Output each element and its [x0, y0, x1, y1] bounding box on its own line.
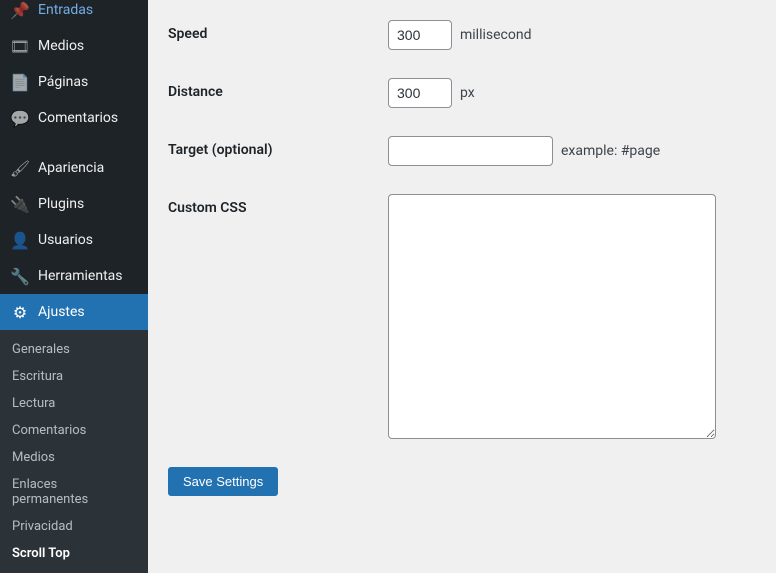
sidebar-item-paginas[interactable]: 📄 Páginas [0, 64, 148, 100]
distance-label: Distance [168, 78, 388, 100]
distance-unit: px [460, 85, 475, 101]
sidebar-item-ajustes[interactable]: ⚙ Ajustes [0, 294, 148, 330]
sidebar-item-entradas[interactable]: 📌 Entradas [0, 0, 148, 28]
page-icon: 📄 [10, 72, 30, 92]
speed-input[interactable] [388, 20, 452, 50]
submenu-enlaces-permanentes[interactable]: Enlaces permanentes [0, 471, 148, 513]
distance-input[interactable] [388, 78, 452, 108]
submenu-escritura[interactable]: Escritura [0, 363, 148, 390]
sidebar-item-apariencia[interactable]: 🖌 Apariencia [0, 150, 148, 186]
sidebar-item-herramientas[interactable]: 🔧 Herramientas [0, 258, 148, 294]
plugins-icon: 🔌 [10, 194, 30, 214]
tools-icon: 🔧 [10, 266, 30, 286]
target-input[interactable] [388, 136, 553, 166]
submenu-scroll-top[interactable]: Scroll Top [0, 540, 148, 567]
settings-submenu: Generales Escritura Lectura Comentarios … [0, 330, 148, 573]
sidebar-item-label: Herramientas [38, 268, 123, 284]
sidebar-item-label: Usuarios [38, 232, 93, 248]
speed-label: Speed [168, 20, 388, 42]
settings-icon: ⚙ [10, 302, 30, 322]
submenu-medios[interactable]: Medios [0, 444, 148, 471]
settings-content: Speed millisecond Distance px Target (op… [148, 0, 776, 525]
submenu-generales[interactable]: Generales [0, 336, 148, 363]
users-icon: 👤 [10, 230, 30, 250]
custom-css-label: Custom CSS [168, 194, 388, 216]
appearance-icon: 🖌 [10, 158, 30, 178]
media-icon: 🎞 [10, 36, 30, 56]
speed-unit: millisecond [460, 27, 531, 43]
sidebar-item-comentarios[interactable]: 💬 Comentarios [0, 100, 148, 136]
submenu-privacidad[interactable]: Privacidad [0, 513, 148, 540]
sidebar-item-label: Apariencia [38, 160, 104, 176]
sidebar-item-label: Entradas [38, 2, 93, 18]
sidebar-item-label: Comentarios [38, 110, 118, 126]
row-distance: Distance px [168, 78, 756, 108]
submenu-comentarios[interactable]: Comentarios [0, 417, 148, 444]
row-target: Target (optional) example: #page [168, 136, 756, 166]
comment-icon: 💬 [10, 108, 30, 128]
target-label: Target (optional) [168, 136, 388, 158]
save-settings-button[interactable]: Save Settings [168, 467, 278, 496]
sidebar-item-medios[interactable]: 🎞 Medios [0, 28, 148, 64]
pin-icon: 📌 [10, 0, 30, 20]
sidebar-item-plugins[interactable]: 🔌 Plugins [0, 186, 148, 222]
submenu-lectura[interactable]: Lectura [0, 390, 148, 417]
target-example: example: #page [561, 143, 660, 159]
admin-sidebar: 📌 Entradas 🎞 Medios 📄 Páginas 💬 Comentar… [0, 0, 148, 525]
row-speed: Speed millisecond [168, 20, 756, 50]
sidebar-item-label: Plugins [38, 196, 84, 212]
row-custom-css: Custom CSS [168, 194, 756, 439]
sidebar-item-usuarios[interactable]: 👤 Usuarios [0, 222, 148, 258]
sidebar-item-label: Medios [38, 38, 84, 54]
sidebar-item-label: Páginas [38, 74, 88, 90]
sidebar-item-label: Ajustes [38, 304, 85, 320]
custom-css-textarea[interactable] [388, 194, 716, 439]
